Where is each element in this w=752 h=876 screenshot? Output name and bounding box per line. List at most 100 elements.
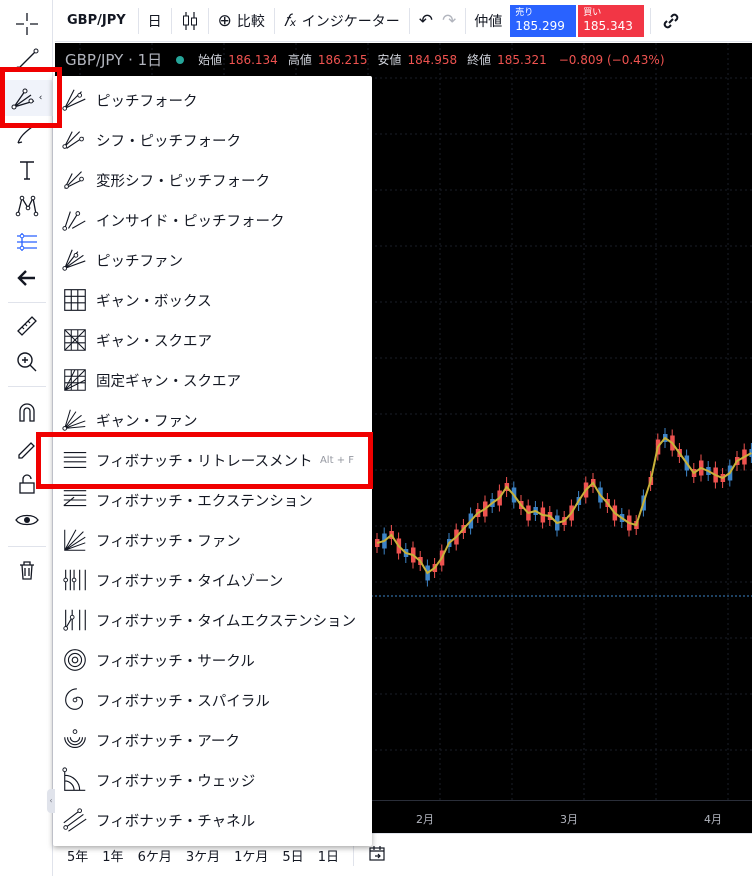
range-1d[interactable]: 1日 (318, 846, 339, 865)
high-label: 高値 (287, 53, 312, 67)
undo-icon: ↶ (418, 10, 433, 31)
menu-item-label: フィボナッチ・アーク (96, 733, 240, 750)
ruler-icon[interactable] (0, 308, 53, 344)
menu-item-fib-fan[interactable]: フィボナッチ・ファン (53, 520, 372, 560)
menu-item-label: フィボナッチ・タイムエクステンション (96, 613, 356, 630)
fib-wedge-icon (62, 767, 86, 791)
sell-button[interactable]: 売り 185.299 (510, 4, 577, 37)
fib-spiral-icon (65, 688, 84, 710)
menu-item-label: ピッチフォーク (96, 93, 198, 110)
range-6m[interactable]: 6ケ月 (138, 846, 172, 865)
high-value: 186.215 (317, 52, 368, 67)
menu-item-gann-box[interactable]: ギャン・ボックス (53, 280, 372, 320)
text-icon[interactable] (0, 152, 53, 188)
menu-item-modified-schiff-pitchfork[interactable]: 変形シフ・ピッチフォーク (53, 160, 372, 200)
fib-circle-icon (64, 649, 86, 671)
menu-item-schiff-pitchfork[interactable]: シフ・ピッチフォーク (53, 120, 372, 160)
legend-symbol: GBP/JPY · 1日 (65, 51, 163, 69)
redo-icon: ↷ (441, 10, 457, 31)
buy-price: 185.343 (583, 18, 633, 33)
range-5y[interactable]: 5年 (67, 846, 88, 865)
menu-item-gann-square-fixed[interactable]: 固定ギャン・スクエア (53, 360, 372, 400)
interval-button[interactable]: 日 (139, 0, 171, 42)
menu-item-inside-pitchfork[interactable]: インサイド・ピッチフォーク (53, 200, 372, 240)
menu-item-fib-spiral[interactable]: フィボナッチ・スパイラル (53, 680, 372, 720)
menu-item-label: フィボナッチ・タイムゾーン (96, 573, 284, 590)
menu-item-label: ギャン・ボックス (96, 293, 212, 310)
gann-square-fixed-icon (64, 369, 86, 391)
arrow-left-icon[interactable] (0, 260, 53, 296)
menu-item-fib-timezone[interactable]: フィボナッチ・タイムゾーン (53, 560, 372, 600)
highlight-fib-retracement (36, 432, 373, 489)
trash-icon[interactable] (0, 552, 53, 588)
range-3m[interactable]: 3ケ月 (186, 846, 220, 865)
fib-timezone-icon (63, 569, 86, 591)
range-1y[interactable]: 1年 (102, 846, 123, 865)
menu-item-fib-time-extension[interactable]: フィボナッチ・タイムエクステンション (53, 600, 372, 640)
indicators-label: インジケーター (301, 13, 400, 30)
fib-fan-icon (64, 529, 86, 551)
menu-item-label: シフ・ピッチフォーク (96, 133, 241, 150)
buy-button[interactable]: 買い 185.343 (578, 4, 645, 37)
menu-item-label: フィボナッチ・ファン (96, 533, 241, 550)
menu-item-fib-channel[interactable]: フィボナッチ・チャネル (53, 800, 372, 840)
undo-button[interactable]: ↶ (410, 0, 442, 42)
xaxis-label: 4月 (704, 813, 722, 826)
range-5d[interactable]: 5日 (282, 846, 303, 865)
collapse-handle[interactable]: ‹ (47, 789, 55, 813)
menu-item-label: 固定ギャン・スクエア (96, 373, 241, 390)
inside-pitchfork-icon (62, 211, 86, 231)
symbol-search[interactable]: GBP/JPY (55, 0, 138, 42)
top-toolbar: GBP/JPY 日 ⊕ 比較 𝑓ₓ インジケーター ↶ ↷ 仲値 売り 185.… (55, 0, 752, 42)
schiff-pitchfork-icon (62, 131, 84, 149)
mid-text: 仲値 (474, 13, 503, 30)
modified-schiff-pitchfork-icon (64, 171, 84, 189)
open-value: 186.134 (228, 52, 278, 67)
indicators-button[interactable]: 𝑓ₓ インジケーター (275, 0, 409, 42)
fib-time-extension-icon (63, 609, 86, 631)
close-value: 185.321 (497, 52, 547, 67)
gann-box-icon (64, 289, 86, 311)
range-1m[interactable]: 1ケ月 (234, 846, 268, 865)
crosshair-icon[interactable] (0, 6, 53, 42)
zoom-icon[interactable] (0, 344, 53, 380)
menu-item-fib-wedge[interactable]: フィボナッチ・ウェッジ (53, 760, 372, 800)
market-status-dot (176, 55, 185, 64)
gann-fan-icon (62, 409, 86, 431)
menu-item-gann-square[interactable]: ギャン・スクエア (53, 320, 372, 360)
menu-item-fib-arc[interactable]: フィボナッチ・アーク (53, 720, 372, 760)
menu-item-label: フィボナッチ・エクステンション (96, 493, 313, 510)
menu-item-label: ギャン・ファン (96, 413, 198, 430)
fib-arc-icon (64, 729, 86, 748)
share-link-button[interactable] (651, 0, 691, 42)
chart-type-button[interactable] (172, 0, 208, 42)
change-value: −0.809 (−0.43%) (558, 52, 665, 67)
menu-item-fib-circle[interactable]: フィボナッチ・サークル (53, 640, 372, 680)
menu-item-label: ピッチファン (96, 253, 183, 270)
menu-item-label: インサイド・ピッチフォーク (96, 213, 285, 230)
open-label: 始値 (198, 53, 223, 67)
menu-item-label: 変形シフ・ピッチフォーク (96, 173, 270, 190)
gann-square-icon (64, 329, 86, 351)
plus-circle-icon: ⊕ (217, 10, 232, 31)
fib-extension-icon (63, 490, 87, 507)
redo-button[interactable]: ↷ (442, 0, 465, 42)
candles-icon (182, 11, 197, 30)
menu-item-label: フィボナッチ・スパイラル (96, 693, 270, 710)
menu-item-pitchfork[interactable]: ピッチフォーク (53, 80, 372, 120)
fx-icon: 𝑓ₓ (283, 10, 297, 31)
prediction-icon[interactable] (0, 224, 53, 260)
goto-date-icon[interactable] (368, 844, 386, 866)
eye-icon[interactable] (0, 502, 53, 538)
buy-label: 買い (583, 7, 602, 18)
low-label: 安値 (377, 53, 402, 67)
sell-price: 185.299 (515, 18, 565, 33)
sell-label: 売り (515, 7, 534, 18)
menu-item-label: フィボナッチ・ウェッジ (96, 773, 256, 790)
menu-item-label: フィボナッチ・サークル (96, 653, 255, 670)
menu-item-pitchfan[interactable]: ピッチファン (53, 240, 372, 280)
pattern-icon[interactable] (0, 188, 53, 224)
magnet-icon[interactable] (0, 394, 53, 430)
compare-button[interactable]: ⊕ 比較 (209, 0, 274, 42)
chart-legend: GBP/JPY · 1日 始値 186.134 高値 186.215 安値 184.9… (65, 49, 665, 70)
